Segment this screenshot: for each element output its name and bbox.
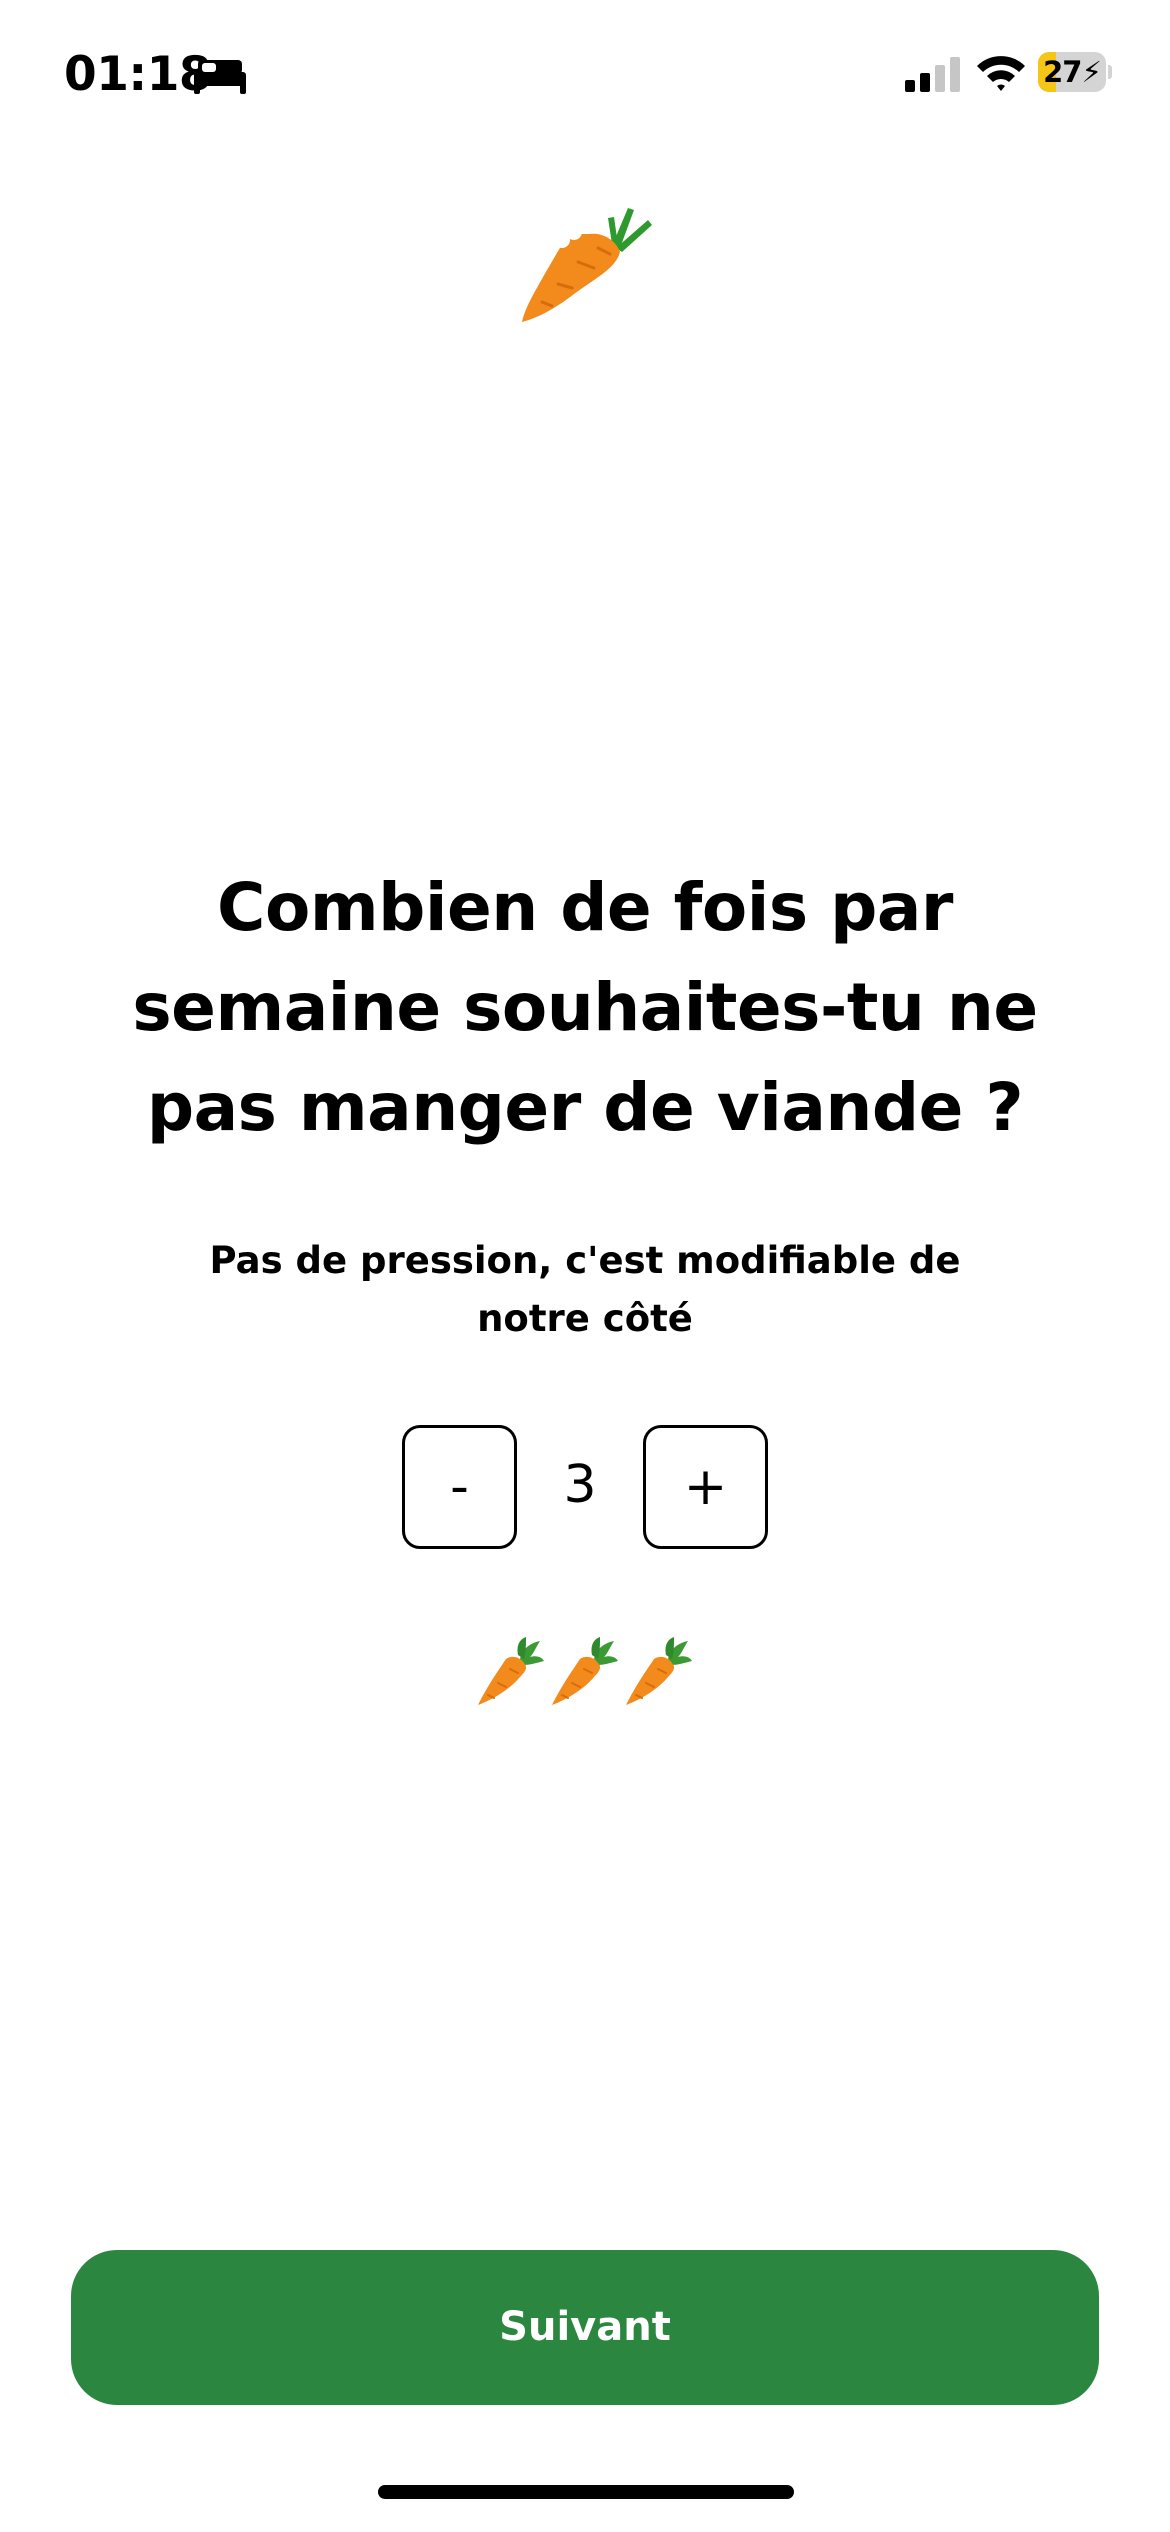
next-button[interactable]: Suivant <box>71 2250 1099 2405</box>
battery-cap <box>1108 65 1112 79</box>
battery-charging-icon: 27⚡ <box>1038 52 1112 92</box>
increment-button[interactable]: + <box>643 1425 768 1549</box>
home-indicator <box>378 2485 794 2499</box>
carrot-icon <box>552 1637 618 1705</box>
question-subtitle: Pas de pression, c'est modifiable de not… <box>209 1239 961 1340</box>
status-time: 01:18 <box>64 47 212 102</box>
stepper-value: 3 <box>563 1455 597 1515</box>
wifi-icon <box>977 56 1025 91</box>
battery-body: 27⚡ <box>1038 52 1106 92</box>
bed-icon <box>194 60 246 94</box>
question-title: Combien de fois par semaine souhaites-tu… <box>132 869 1038 1146</box>
carrot-icon <box>478 1637 544 1705</box>
battery-percent: 27⚡ <box>1043 55 1102 89</box>
charging-bolt-icon: ⚡ <box>1081 55 1101 89</box>
carrot-count-row <box>470 1635 700 1715</box>
cellular-signal-icon <box>905 57 960 92</box>
carrot-icon <box>626 1637 692 1705</box>
carrot-icon <box>522 208 652 322</box>
decrement-button[interactable]: - <box>402 1425 517 1549</box>
